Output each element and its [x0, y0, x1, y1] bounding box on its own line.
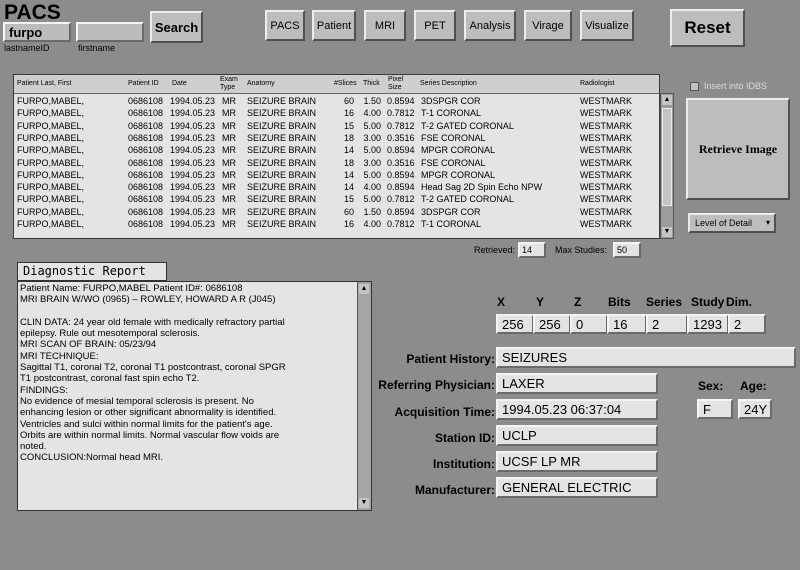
- level-of-detail-select[interactable]: Level of Detail ▾: [688, 213, 776, 233]
- tab-mri[interactable]: MRI: [364, 10, 406, 41]
- tab-patient[interactable]: Patient: [312, 10, 356, 41]
- lastname-label: lastnameID: [4, 43, 50, 53]
- dim-header-z: Z: [574, 295, 582, 309]
- max-studies-input[interactable]: 50: [613, 242, 641, 258]
- firstname-input[interactable]: [76, 22, 144, 42]
- report-title: Diagnostic Report: [17, 262, 167, 281]
- report-scroll-down-icon[interactable]: ▼: [359, 498, 369, 508]
- acquisition-time-value: 1994.05.23 06:37:04: [496, 399, 658, 420]
- retrieve-image-button[interactable]: Retrieve Image: [686, 98, 790, 200]
- report-line: MRI SCAN OF BRAIN: 05/23/94: [20, 339, 157, 351]
- report-line: noted.: [20, 441, 47, 453]
- table-row[interactable]: [14, 96, 659, 108]
- manufacturer-label: Manufacturer:: [414, 483, 495, 497]
- tab-analysis[interactable]: Analysis: [464, 10, 516, 41]
- report-line: epilepsy. Rule out mesotemporal sclerosi…: [20, 328, 200, 340]
- col-header-id: Patient ID: [128, 80, 159, 87]
- dim-header-x: X: [497, 295, 506, 309]
- institution-label: Institution:: [433, 457, 495, 471]
- table-row[interactable]: [14, 182, 659, 194]
- station-id-value: UCLP: [496, 425, 658, 446]
- search-button[interactable]: Search: [150, 11, 203, 43]
- retrieved-count: 14: [518, 242, 546, 258]
- report-line: [20, 306, 356, 317]
- dim-bits-value: 16: [607, 314, 647, 334]
- station-id-label: Station ID:: [435, 431, 495, 445]
- dim-series-value: 2: [646, 314, 688, 334]
- report-scroll-up-icon[interactable]: ▲: [359, 284, 369, 294]
- table-row[interactable]: [14, 219, 659, 231]
- dim-header-bits: Bits: [608, 295, 631, 309]
- tab-virage[interactable]: Virage: [524, 10, 572, 41]
- report-line: enhancing lesion or other significant ab…: [20, 407, 277, 419]
- table-row[interactable]: [14, 207, 659, 219]
- col-header-radiologist: Radiologist: [580, 80, 615, 87]
- lastname-input[interactable]: furpo: [3, 22, 71, 42]
- dim-header-y: Y: [536, 295, 545, 309]
- report-line: Ventricles and sulci within normal limit…: [20, 418, 273, 430]
- patient-history-label: Patient History:: [406, 352, 495, 366]
- report-line: MRI BRAIN W/WO (0965) – ROWLEY, HOWARD A…: [20, 294, 276, 306]
- retrieved-label: Retrieved:: [474, 245, 516, 255]
- insert-idbs-checkbox[interactable]: [690, 82, 699, 91]
- report-scrollbar[interactable]: [357, 282, 371, 510]
- report-line: Sagittal T1, coronal T2, coronal T1 post…: [20, 362, 286, 374]
- col-header-date: Date: [172, 80, 187, 87]
- table-row[interactable]: [14, 133, 659, 145]
- col-header-thick: Thick: [363, 80, 380, 87]
- dim-study-value: 1293: [687, 314, 729, 334]
- report-line: Orbits are within normal limits. Normal …: [20, 429, 280, 441]
- scroll-down-icon[interactable]: ▼: [662, 227, 672, 237]
- sex-label: Sex:: [698, 379, 724, 393]
- age-value: 24Y: [738, 399, 772, 419]
- dim-y-value: 256: [533, 314, 571, 334]
- table-row[interactable]: [14, 158, 659, 170]
- col-header-slices: #Slices: [334, 80, 357, 87]
- firstname-label: firstname: [78, 43, 116, 53]
- dim-dim-value: 2: [728, 314, 766, 334]
- dim-header-series: Series: [646, 295, 683, 309]
- dim-z-value: 0: [570, 314, 608, 334]
- chevron-down-icon: ▾: [765, 218, 770, 227]
- dim-header-dim: Dim.: [726, 295, 753, 309]
- report-line: Patient Name: FURPO,MABEL Patient ID#: 0…: [20, 283, 243, 294]
- level-of-detail-label: Level of Detail: [695, 218, 753, 228]
- report-line: No evidence of mesial temporal sclerosis…: [20, 395, 254, 407]
- col-header-anatomy: Anatomy: [247, 80, 275, 87]
- report-line: CONCLUSION:Normal head MRI.: [20, 452, 164, 464]
- col-header-pixel: Pixel Size: [388, 76, 404, 91]
- tab-pet[interactable]: PET: [414, 10, 456, 41]
- max-studies-label: Max Studies:: [555, 245, 608, 255]
- table-row[interactable]: [14, 194, 659, 206]
- report-line: CLIN DATA: 24 year old female with medic…: [20, 316, 285, 328]
- referring-physician-value: LAXER: [496, 373, 658, 394]
- insert-idbs-label: Insert into IDBS: [704, 81, 768, 91]
- manufacturer-value: GENERAL ELECTRIC: [496, 477, 658, 498]
- acquisition-time-label: Acquisition Time:: [394, 405, 495, 419]
- report-text: Patient Name: FURPO,MABEL Patient ID#: 0…: [20, 283, 356, 464]
- referring-physician-label: Referring Physician:: [378, 378, 495, 392]
- tab-visualize[interactable]: Visualize: [580, 10, 634, 41]
- table-row[interactable]: [14, 121, 659, 133]
- report-line: FINDINGS:: [20, 384, 69, 396]
- tab-pacs[interactable]: PACS: [265, 10, 305, 41]
- col-header-patient: Patient Last, First: [17, 80, 72, 87]
- patient-history-value: SEIZURES: [496, 347, 796, 368]
- report-line: T1 postcontrast, coronal fast spin echo …: [20, 373, 200, 385]
- col-header-exam: Exam Type: [220, 76, 238, 91]
- institution-value: UCSF LP MR: [496, 451, 658, 472]
- col-header-series: Series Description: [420, 80, 477, 87]
- table-row[interactable]: [14, 145, 659, 157]
- reset-button[interactable]: Reset: [670, 9, 745, 47]
- report-line: MRI TECHNIQUE:: [20, 350, 99, 362]
- age-label: Age:: [740, 379, 767, 393]
- scroll-up-icon[interactable]: ▲: [662, 95, 672, 105]
- table-row[interactable]: [14, 108, 659, 120]
- scroll-thumb[interactable]: [662, 108, 672, 206]
- sex-value: F: [697, 399, 733, 419]
- dim-x-value: 256: [496, 314, 534, 334]
- table-row[interactable]: [14, 170, 659, 182]
- dim-header-study: Study: [691, 295, 725, 309]
